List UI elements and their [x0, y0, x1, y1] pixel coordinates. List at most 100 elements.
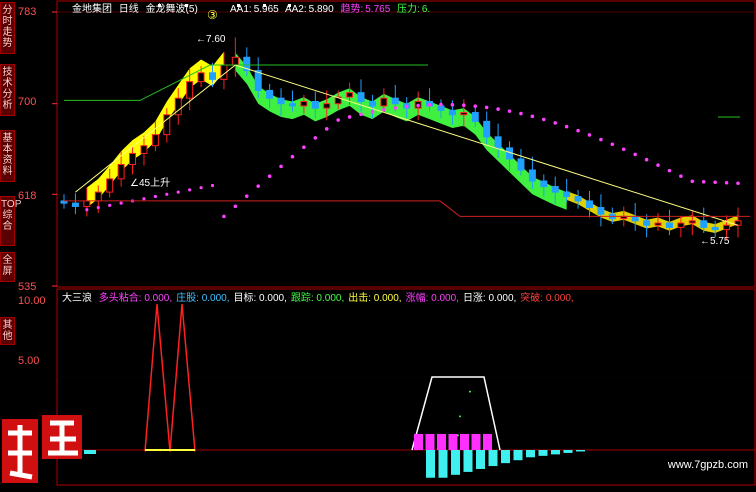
sub-cyan-bar-10 — [551, 450, 560, 455]
sub-cyan-bar-7 — [513, 450, 523, 461]
sar-dot-55 — [690, 179, 695, 184]
pressure-label: 压力: — [397, 4, 420, 15]
sub-cyan-bar-2 — [451, 450, 460, 475]
candle-body-2 — [83, 200, 91, 207]
tab-fenshi[interactable]: 分时走势 — [0, 2, 15, 54]
tab-top[interactable]: TOP综合 — [0, 196, 21, 246]
high-annotation: ←7.60 — [196, 34, 226, 45]
candle-body-1 — [71, 202, 79, 207]
candle-body-26 — [357, 92, 365, 102]
sar-dot-47 — [599, 137, 603, 142]
sub-item-6: 日涨: 0.000, — [462, 293, 517, 304]
candle-body-42 — [540, 180, 548, 188]
sub-green-dot-0 — [459, 415, 461, 418]
candle-body-36 — [471, 112, 479, 122]
sar-dot-19 — [279, 164, 283, 169]
candle-body-33 — [437, 105, 445, 111]
indicator-name: 金龙舞波(5) — [145, 4, 198, 15]
sar-dot-low-5 — [119, 201, 123, 205]
sar-dot-31 — [416, 103, 420, 108]
sar-dot-21 — [302, 145, 306, 150]
candle-body-7 — [140, 145, 148, 154]
sar-dot-29 — [393, 106, 398, 110]
sub-pane-frame — [56, 288, 756, 486]
aa2-label: AA2: — [284, 4, 307, 15]
candle-body-58 — [723, 224, 731, 231]
sub-tick-5: 5.00 — [18, 355, 40, 367]
candle-body-37 — [483, 120, 491, 138]
sub-spike-red — [144, 303, 196, 452]
sar-dot-36 — [473, 104, 478, 108]
sar-dot-49 — [621, 147, 626, 152]
sar-dot-23 — [324, 127, 329, 131]
sub-magenta-bar-6 — [483, 433, 492, 450]
main-header-values: AA1: 5.965 AA2: 5.890 趋势: 5.765 压力: 6. — [230, 0, 434, 15]
sar-dot-54 — [679, 174, 683, 178]
sar-dot-42 — [541, 117, 546, 122]
period-label: 日线 — [118, 4, 139, 15]
sar-dot-14 — [222, 214, 226, 219]
sub-magenta-bar-1 — [425, 433, 435, 450]
low-annotation: ←5.75 — [700, 236, 730, 247]
sub-header: 大三浪 多头粘合: 0.000, 庄股: 0.000, 目标: 0.000, 跟踪: … — [62, 289, 582, 304]
candle-body-27 — [368, 100, 376, 107]
candle-body-18 — [266, 89, 274, 99]
chart-stage — [0, 0, 756, 487]
watermark-text: www.7gpzb.com — [667, 459, 748, 471]
sar-dot-51 — [644, 157, 649, 162]
sar-dot-37 — [484, 105, 489, 110]
tab-fenshi-label: 分时走势 — [2, 5, 13, 49]
trend-value: 5.765 — [365, 4, 391, 15]
sub-cyan-bar-12 — [576, 450, 585, 452]
sar-dot-46 — [587, 133, 592, 137]
sar-dot-low-13 — [210, 183, 215, 188]
candle-body-50 — [631, 215, 639, 222]
candle-body-12 — [197, 72, 205, 83]
tab-jishu[interactable]: 技术分析 — [0, 64, 15, 116]
candle-body-47 — [597, 207, 605, 215]
sar-dot-17 — [256, 184, 261, 188]
tab-jiben[interactable]: 基本资料 — [0, 130, 15, 182]
tab-quanping[interactable]: 全屏 — [0, 252, 15, 282]
sub-item-2: 目标: 0.000, — [233, 293, 287, 304]
sar-dot-27 — [370, 110, 375, 114]
sub-cyan-bar-9 — [538, 450, 548, 456]
sar-dot-52 — [656, 163, 660, 167]
candle-body-56 — [700, 220, 708, 228]
sub-cyan-bar-4 — [476, 450, 485, 469]
sub-cyan-bar-5 — [488, 450, 498, 467]
sar-dot-low-9 — [165, 192, 169, 196]
candle-body-4 — [106, 178, 114, 193]
sub-item-1: 庄股: 0.000, — [176, 293, 230, 304]
sub-indicator-name: 大三浪 — [62, 293, 92, 304]
candle-body-5 — [117, 163, 125, 180]
sar-dot-low-7 — [142, 197, 146, 201]
candle-body-20 — [288, 103, 296, 107]
rise45-annotation: ∠45上升 — [130, 178, 171, 189]
sub-cyan-bar-3 — [463, 450, 473, 472]
sub-magenta-bar-5 — [471, 433, 481, 450]
sub-cyan-bar-0 — [426, 450, 435, 478]
sar-dot-58 — [724, 180, 729, 185]
green-band-fall — [235, 52, 567, 210]
candle-body-54 — [677, 222, 685, 228]
aa1-value: 5.965 — [253, 4, 279, 15]
candle-body-8 — [151, 134, 159, 147]
sub-cyan-bar-6 — [501, 450, 510, 464]
candle-body-23 — [323, 103, 331, 109]
brand-logo — [2, 415, 82, 483]
sar-dot-39 — [507, 109, 512, 113]
sub-item-7: 突破: 0.000, — [520, 293, 574, 304]
price-tick-618: 618 — [18, 190, 37, 202]
sar-dot-50 — [633, 152, 637, 157]
sar-dot-18 — [267, 174, 272, 179]
circle3-annotation: ③ — [207, 8, 218, 22]
candle-body-11 — [186, 81, 194, 99]
candle-body-3 — [94, 191, 102, 202]
sar-dot-16 — [244, 194, 249, 198]
candle-body-13 — [209, 72, 217, 80]
candle-body-6 — [129, 152, 137, 165]
tab-qita[interactable]: 其他 — [0, 317, 15, 345]
tab-jishu-label: 技术分析 — [2, 67, 13, 111]
sar-dot-low-3 — [96, 205, 100, 210]
